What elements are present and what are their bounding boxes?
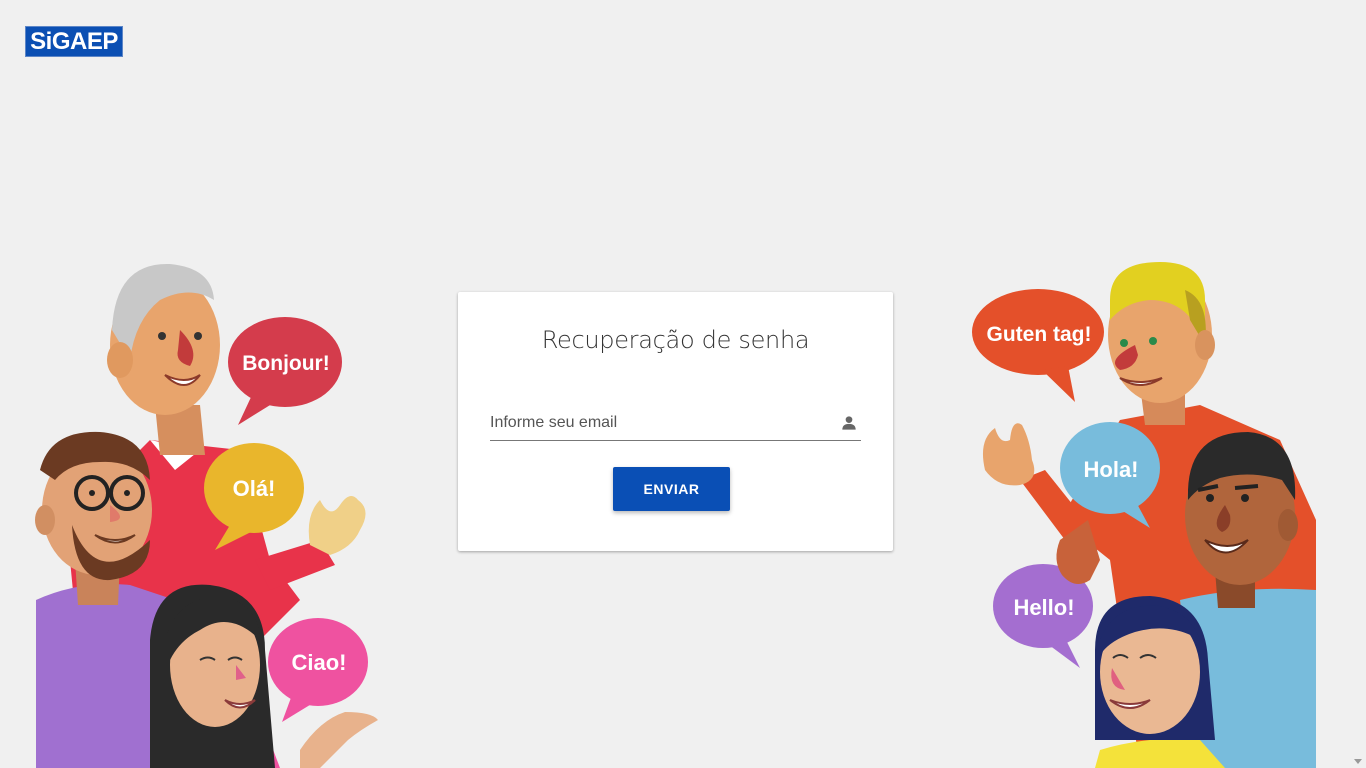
left-people-illustration: Bonjour! Olá! Ciao! <box>35 263 378 768</box>
page-title: Recuperação de senha <box>541 326 810 354</box>
bubble-guten-tag: Guten tag! <box>987 323 1092 346</box>
bubble-bonjour: Bonjour! <box>242 352 329 375</box>
bubble-hola: Hola! <box>1084 457 1139 482</box>
sigaep-logo[interactable]: SiGAEP <box>25 26 123 57</box>
bubble-hello: Hello! <box>1013 595 1074 620</box>
email-field <box>490 404 861 441</box>
person-icon <box>842 416 856 430</box>
email-input[interactable] <box>490 412 830 434</box>
bubble-ola: Olá! <box>233 476 276 501</box>
bubble-ciao: Ciao! <box>292 650 347 675</box>
submit-button[interactable]: ENVIAR <box>613 467 730 511</box>
login-page: Bonjour! Olá! Ciao! Guten tag! Hola! Hel… <box>0 0 1366 768</box>
password-recovery-card: Recuperação de senha ENVIAR <box>458 292 893 551</box>
scroll-down-arrow-icon[interactable] <box>1354 759 1362 764</box>
